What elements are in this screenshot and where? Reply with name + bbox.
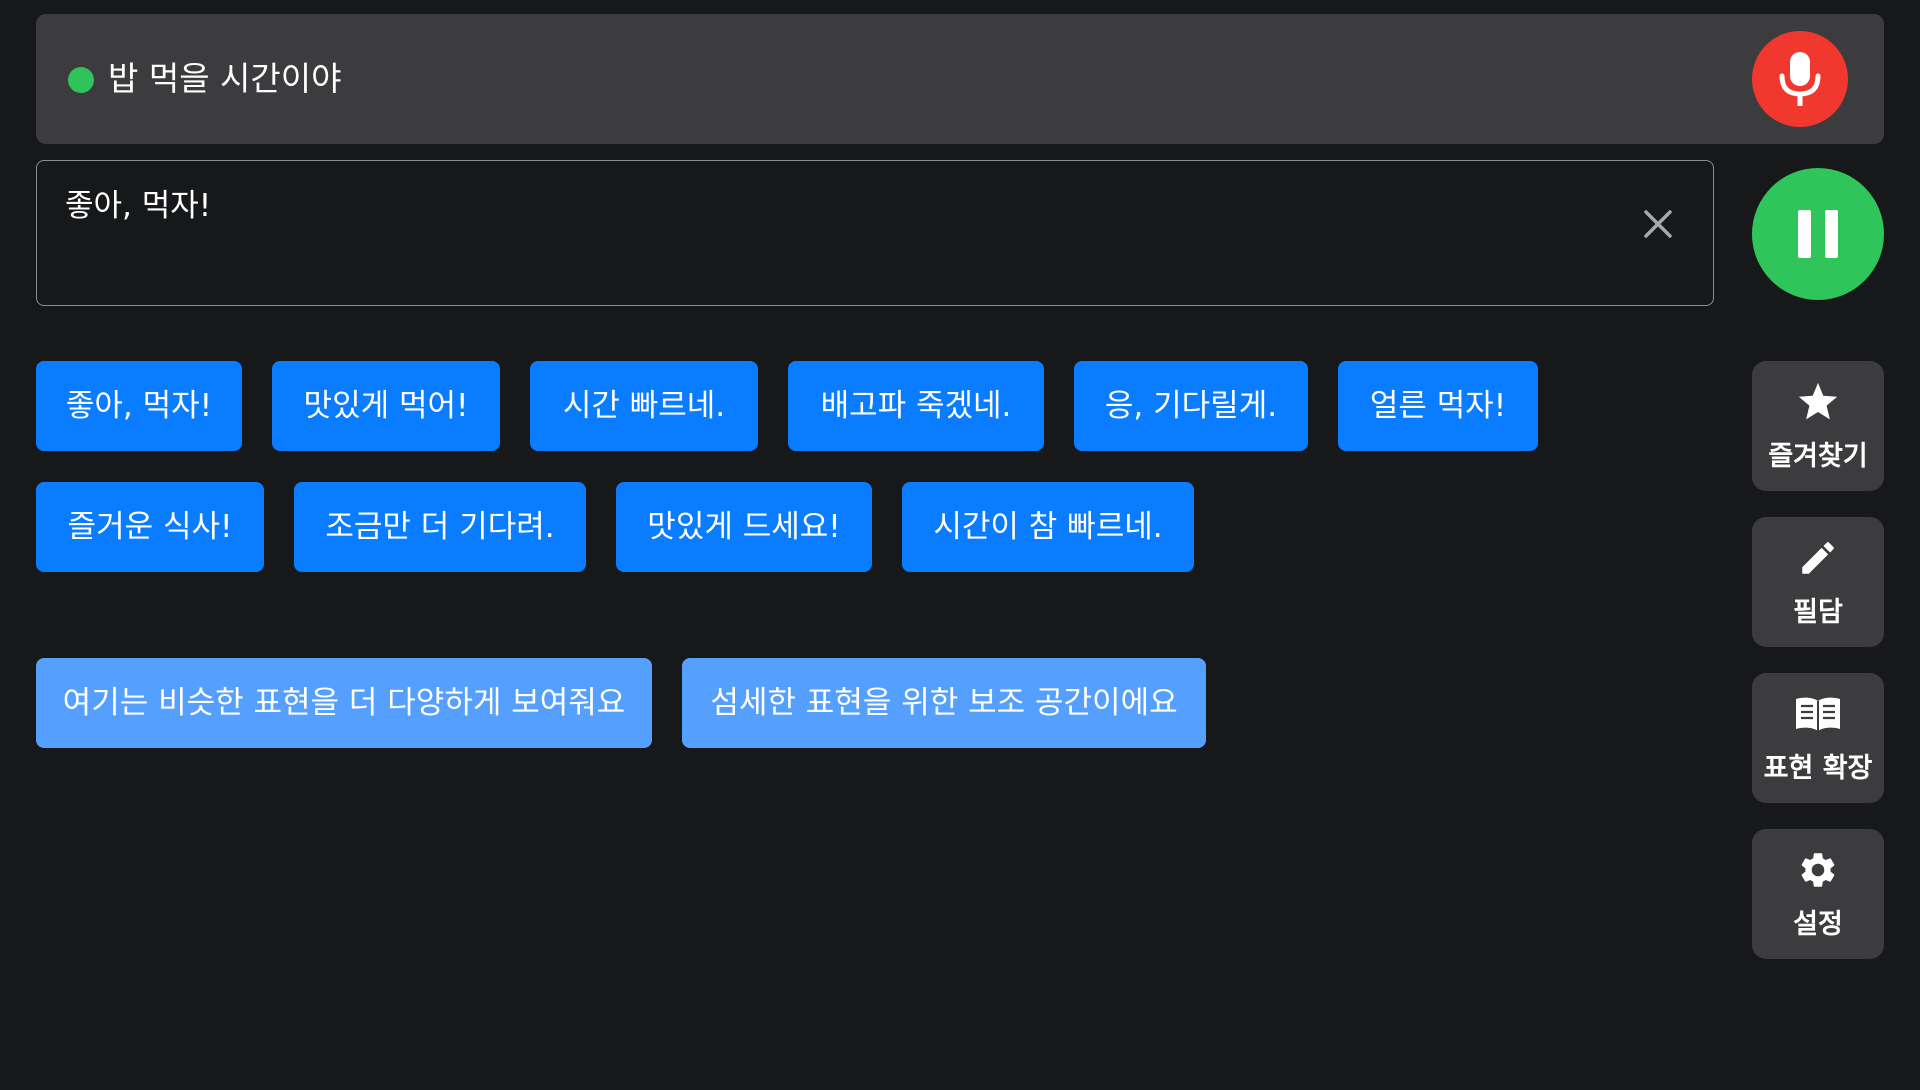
settings-button[interactable]: 설정 — [1752, 829, 1884, 959]
suggestion-chip[interactable]: 맛있게 먹어! — [272, 361, 500, 451]
close-icon — [1644, 210, 1672, 238]
writing-button[interactable]: 필담 — [1752, 517, 1884, 647]
app-root: 밥 먹을 시간이야 좋아, 먹자! 좋아, 먹자! 맛있게 먹어! 시간 빠르네… — [0, 0, 1920, 1090]
microphone-icon — [1779, 52, 1821, 106]
star-icon — [1798, 382, 1838, 420]
microphone-button[interactable] — [1752, 31, 1848, 127]
expansion-chip[interactable]: 섬세한 표현을 위한 보조 공간이에요 — [682, 658, 1206, 748]
writing-label: 필담 — [1793, 597, 1843, 628]
favorites-button[interactable]: 즐겨찾기 — [1752, 361, 1884, 491]
heard-speech-text: 밥 먹을 시간이야 — [108, 59, 342, 98]
pause-button[interactable] — [1752, 168, 1884, 300]
listening-status-dot — [68, 67, 94, 93]
book-icon — [1796, 697, 1840, 731]
suggestion-chip[interactable]: 조금만 더 기다려. — [294, 482, 586, 572]
reply-input[interactable]: 좋아, 먹자! — [36, 160, 1714, 306]
favorites-label: 즐겨찾기 — [1768, 441, 1868, 472]
pause-icon — [1798, 210, 1838, 258]
reply-input-text[interactable]: 좋아, 먹자! — [65, 185, 211, 227]
suggestion-chip[interactable]: 배고파 죽겠네. — [788, 361, 1044, 451]
settings-label: 설정 — [1793, 909, 1843, 940]
expansion-chip[interactable]: 여기는 비슷한 표현을 더 다양하게 보여줘요 — [36, 658, 652, 748]
expression-expand-label: 표현 확장 — [1763, 753, 1873, 784]
expression-expand-button[interactable]: 표현 확장 — [1752, 673, 1884, 803]
suggestion-chip[interactable]: 시간이 참 빠르네. — [902, 482, 1194, 572]
suggestion-chip[interactable]: 맛있게 드세요! — [616, 482, 872, 572]
suggestion-chip[interactable]: 시간 빠르네. — [530, 361, 758, 451]
suggestion-chip[interactable]: 좋아, 먹자! — [36, 361, 242, 451]
suggestion-chip[interactable]: 즐거운 식사! — [36, 482, 264, 572]
suggestion-chip[interactable]: 응, 기다릴게. — [1074, 361, 1308, 451]
clear-reply-button[interactable] — [1633, 199, 1683, 249]
pencil-icon — [1802, 542, 1834, 574]
gear-icon — [1801, 853, 1835, 887]
suggestion-chip[interactable]: 얼른 먹자! — [1338, 361, 1538, 451]
